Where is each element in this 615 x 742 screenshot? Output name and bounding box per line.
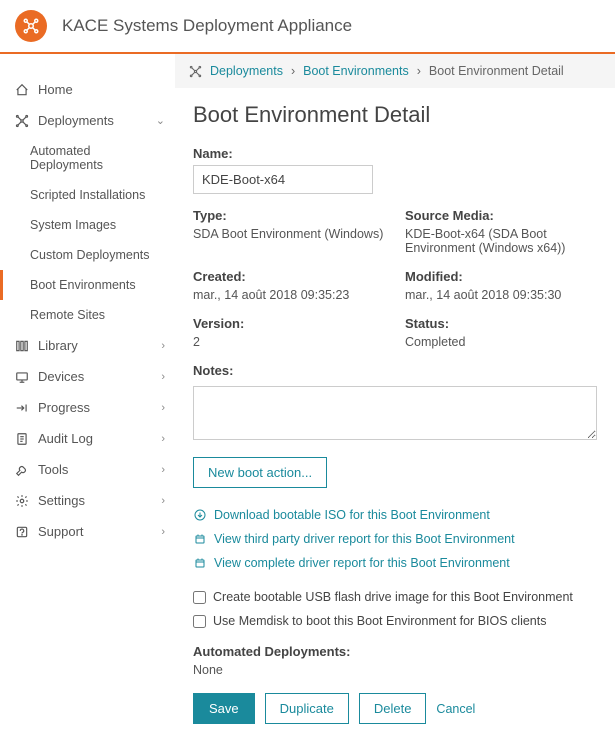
progress-icon <box>14 401 30 415</box>
sidebar-item-system-images[interactable]: System Images <box>0 210 175 240</box>
main-content: Deployments › Boot Environments › Boot E… <box>175 54 615 742</box>
sidebar-item-label: Deployments <box>38 113 114 128</box>
name-label: Name: <box>193 146 597 161</box>
view-complete-report-link[interactable]: View complete driver report for this Boo… <box>193 556 597 570</box>
created-label: Created: <box>193 269 385 284</box>
devices-icon <box>14 370 30 384</box>
automated-deployments-label: Automated Deployments: <box>193 644 597 659</box>
app-header: KACE Systems Deployment Appliance <box>0 0 615 54</box>
link-label: View third party driver report for this … <box>214 532 515 546</box>
use-memdisk-checkbox[interactable] <box>193 615 206 628</box>
app-title: KACE Systems Deployment Appliance <box>62 16 352 36</box>
report-icon <box>193 533 207 545</box>
version-label: Version: <box>193 316 385 331</box>
chevron-down-icon: ⌄ <box>156 114 165 127</box>
source-label: Source Media: <box>405 208 597 223</box>
duplicate-button[interactable]: Duplicate <box>265 693 349 724</box>
checkbox-label: Use Memdisk to boot this Boot Environmen… <box>213 614 546 628</box>
gear-icon <box>14 494 30 508</box>
sidebar: Home Deployments ⌄ Automated Deployments… <box>0 54 175 742</box>
tools-icon <box>14 463 30 477</box>
notes-input[interactable] <box>193 386 597 440</box>
download-iso-link[interactable]: Download bootable ISO for this Boot Envi… <box>193 508 597 522</box>
app-logo <box>15 10 47 42</box>
view-third-party-report-link[interactable]: View third party driver report for this … <box>193 532 597 546</box>
sidebar-item-remote-sites[interactable]: Remote Sites <box>0 300 175 330</box>
breadcrumb: Deployments › Boot Environments › Boot E… <box>175 54 615 88</box>
delete-button[interactable]: Delete <box>359 693 427 724</box>
report-icon <box>193 557 207 569</box>
link-label: View complete driver report for this Boo… <box>214 556 510 570</box>
sidebar-item-support[interactable]: Support › <box>0 516 175 547</box>
sidebar-item-label: Audit Log <box>38 431 93 446</box>
name-input[interactable] <box>193 165 373 194</box>
link-label: Download bootable ISO for this Boot Envi… <box>214 508 490 522</box>
sidebar-item-progress[interactable]: Progress › <box>0 392 175 423</box>
breadcrumb-link[interactable]: Boot Environments <box>303 64 409 78</box>
sidebar-item-home[interactable]: Home <box>0 74 175 105</box>
breadcrumb-separator: › <box>417 64 421 78</box>
sidebar-item-label: Devices <box>38 369 84 384</box>
modified-value: mar., 14 août 2018 09:35:30 <box>405 288 597 302</box>
support-icon <box>14 525 30 539</box>
new-boot-action-button[interactable]: New boot action... <box>193 457 327 488</box>
sidebar-item-scripted-installations[interactable]: Scripted Installations <box>0 180 175 210</box>
chevron-right-icon: › <box>161 526 165 538</box>
version-value: 2 <box>193 335 385 349</box>
sidebar-item-label: Settings <box>38 493 85 508</box>
chevron-right-icon: › <box>161 371 165 383</box>
chevron-right-icon: › <box>161 495 165 507</box>
sidebar-item-devices[interactable]: Devices › <box>0 361 175 392</box>
library-icon <box>14 339 30 353</box>
sidebar-item-label: Progress <box>38 400 90 415</box>
sidebar-item-tools[interactable]: Tools › <box>0 454 175 485</box>
chevron-right-icon: › <box>161 402 165 414</box>
chevron-right-icon: › <box>161 433 165 445</box>
save-button[interactable]: Save <box>193 693 255 724</box>
checkbox-label: Create bootable USB flash drive image fo… <box>213 590 573 604</box>
type-value: SDA Boot Environment (Windows) <box>193 227 385 241</box>
sidebar-item-library[interactable]: Library › <box>0 330 175 361</box>
sidebar-item-settings[interactable]: Settings › <box>0 485 175 516</box>
sidebar-item-boot-environments[interactable]: Boot Environments <box>0 270 175 300</box>
status-label: Status: <box>405 316 597 331</box>
sidebar-item-label: Support <box>38 524 84 539</box>
created-value: mar., 14 août 2018 09:35:23 <box>193 288 385 302</box>
page-title: Boot Environment Detail <box>193 102 597 128</box>
home-icon <box>14 83 30 97</box>
type-label: Type: <box>193 208 385 223</box>
modified-label: Modified: <box>405 269 597 284</box>
deployments-icon <box>189 65 202 78</box>
notes-label: Notes: <box>193 363 597 378</box>
breadcrumb-current: Boot Environment Detail <box>429 64 564 78</box>
deployments-icon <box>14 114 30 128</box>
automated-deployments-value: None <box>193 663 597 677</box>
status-value: Completed <box>405 335 597 349</box>
cancel-link[interactable]: Cancel <box>436 702 475 716</box>
chevron-right-icon: › <box>161 340 165 352</box>
sidebar-item-audit-log[interactable]: Audit Log › <box>0 423 175 454</box>
sidebar-item-label: Tools <box>38 462 68 477</box>
chevron-right-icon: › <box>161 464 165 476</box>
download-icon <box>193 509 207 521</box>
sidebar-item-deployments[interactable]: Deployments ⌄ <box>0 105 175 136</box>
breadcrumb-link[interactable]: Deployments <box>210 64 283 78</box>
sidebar-item-automated-deployments[interactable]: Automated Deployments <box>0 136 175 180</box>
sidebar-item-custom-deployments[interactable]: Custom Deployments <box>0 240 175 270</box>
breadcrumb-separator: › <box>291 64 295 78</box>
source-value: KDE-Boot-x64 (SDA Boot Environment (Wind… <box>405 227 597 255</box>
audit-log-icon <box>14 432 30 446</box>
create-usb-checkbox[interactable] <box>193 591 206 604</box>
sidebar-item-label: Library <box>38 338 78 353</box>
sidebar-item-label: Home <box>38 82 73 97</box>
